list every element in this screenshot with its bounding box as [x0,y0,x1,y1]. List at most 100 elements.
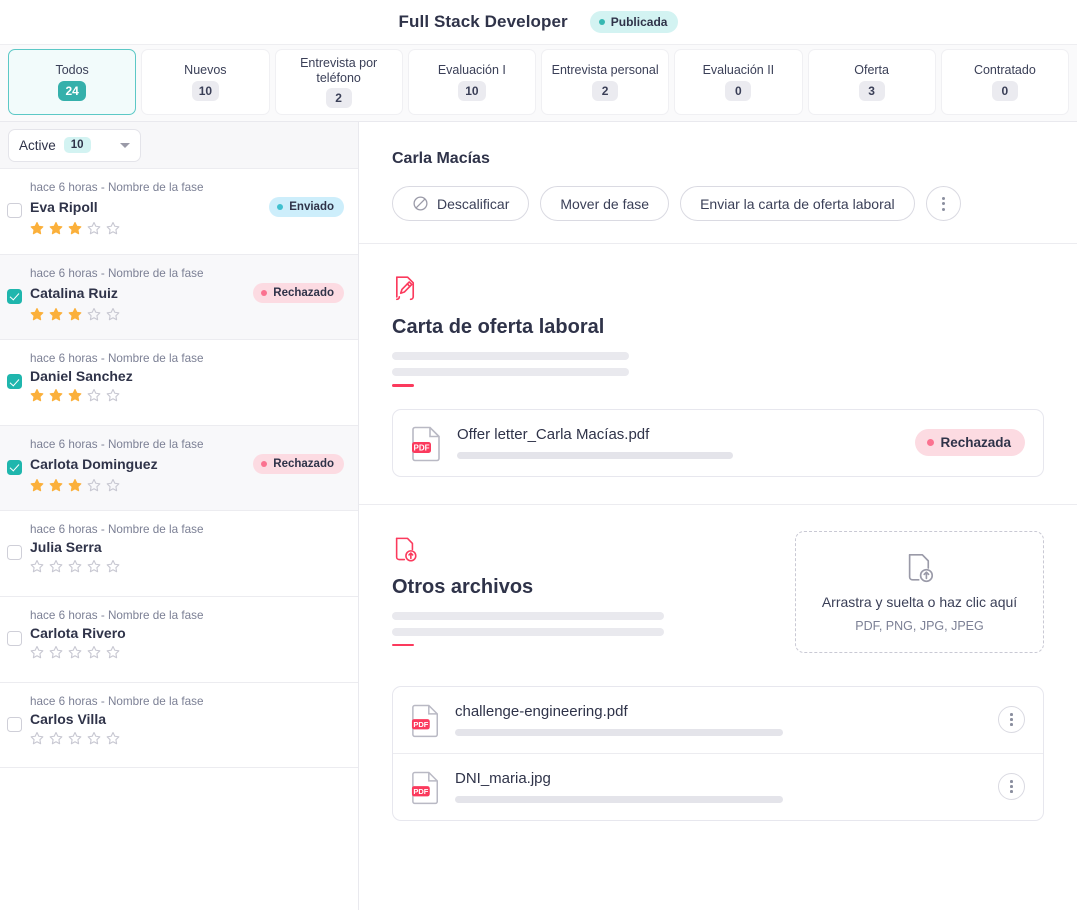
rating-star-icon[interactable] [87,388,101,402]
stage-tab-label: Todos [55,63,89,78]
candidate-name-label: Daniel Sanchez [30,368,133,385]
svg-text:PDF: PDF [414,443,430,452]
file-menu-button[interactable] [998,773,1025,801]
rating-star-icon[interactable] [30,388,44,402]
offer-letter-file-card[interactable]: PDF Offer letter_Carla Macías.pdf Rechaz… [392,408,1044,477]
rating-star-icon[interactable] [106,307,120,321]
rating-star-icon[interactable] [87,478,101,492]
kebab-menu-icon [1010,723,1013,726]
rating-star-icon[interactable] [106,731,120,745]
candidate-actions: Descalificar Mover de fase Enviar la car… [392,186,1049,221]
stage-tab[interactable]: Nuevos 10 [141,49,270,115]
rating-star-icon[interactable] [106,478,120,492]
status-filter-count: 10 [63,137,91,153]
rating-star-icon[interactable] [87,307,101,321]
rating-star-icon[interactable] [87,645,101,659]
kebab-menu-icon [1010,790,1013,793]
candidate-list-item[interactable]: hace 6 horas - Nombre de la fase Carlos V… [0,683,358,769]
candidate-name-label: Eva Ripoll [30,199,98,215]
candidate-list-item[interactable]: hace 6 horas - Nombre de la fase Carlota … [0,425,358,512]
disqualify-button[interactable]: Descalificar [392,186,530,221]
rating-star-icon[interactable] [49,645,63,659]
candidate-meta: hace 6 horas - Nombre de la fase [30,352,204,366]
status-filter-label: Active [19,137,56,153]
rating-star-icon[interactable] [106,645,120,659]
candidate-status-label: Rechazado [273,457,334,470]
candidate-detail-header: Carla Macías Descalificar Mover de fase … [359,122,1077,244]
candidate-checkbox[interactable] [7,203,22,218]
rating-star-icon[interactable] [68,559,82,573]
sidebar-filterbar: Active 10 [0,122,358,169]
rating-star-icon[interactable] [106,559,120,573]
stage-tab[interactable]: Entrevista personal 2 [541,49,670,115]
rating-star-icon[interactable] [30,645,44,659]
more-actions-button[interactable] [925,186,961,221]
stage-tab[interactable]: Evaluación II 0 [674,49,803,115]
file-info: DNI_maria.jpg [455,770,984,804]
rating-star-icon[interactable] [68,221,82,235]
rating-star-icon[interactable] [68,731,82,745]
stage-tab[interactable]: Contratado 0 [940,49,1069,115]
candidate-status-label: Enviado [289,201,334,213]
send-offer-letter-label: Enviar la carta de oferta laboral [700,195,895,212]
rating-star-icon[interactable] [106,388,120,402]
candidate-name-label: Julia Serra [30,539,102,556]
candidate-checkbox[interactable] [7,716,22,732]
file-dropzone[interactable]: Arrastra y suelta o haz clic aquí PDF, P… [795,530,1044,653]
candidate-checkbox[interactable] [7,545,22,561]
stage-tab-count: 10 [191,80,220,101]
candidates-sidebar: Active 10 hace 6 horas - Nombre de la fa… [0,122,359,910]
rating-star-icon[interactable] [30,478,44,492]
candidate-list-item[interactable]: hace 6 horas - Nombre de la fase Carlota … [0,597,358,683]
move-stage-button[interactable]: Mover de fase [540,186,670,221]
candidate-list-item[interactable]: hace 6 horas - Nombre de la fase Julia Se… [0,511,358,597]
rating-star-icon[interactable] [87,221,101,235]
candidate-rating [30,559,344,573]
rating-star-icon[interactable] [49,307,63,321]
rating-star-icon[interactable] [68,478,82,492]
rating-star-icon[interactable] [49,731,63,745]
stage-tab[interactable]: Entrevista por teléfono 2 [274,49,403,115]
rating-star-icon[interactable] [87,559,101,573]
candidate-checkbox[interactable] [7,630,22,646]
rating-star-icon[interactable] [30,307,44,321]
rating-star-icon[interactable] [68,388,82,402]
rating-star-icon[interactable] [68,307,82,321]
move-stage-label: Mover de fase [560,195,650,212]
candidate-list-item[interactable]: hace 6 horas - Nombre de la fase Catalina… [0,254,358,341]
candidate-rating [30,221,344,235]
candidate-list-item[interactable]: hace 6 horas - Nombre de la fase Eva Ripo… [0,169,358,255]
rating-star-icon[interactable] [30,221,44,235]
candidate-list-item[interactable]: hace 6 horas - Nombre de la fase Daniel S… [0,340,358,426]
candidate-name-label: Carlota Dominguez [30,455,158,472]
candidate-checkbox[interactable] [7,288,22,304]
kebab-menu-icon [1010,713,1013,716]
candidate-meta: hace 6 horas - Nombre de la fase [30,523,204,537]
file-list-item[interactable]: PDF challenge-engineering.pdf [393,687,1043,753]
stage-tab-label: Oferta [854,63,889,78]
candidate-meta: hace 6 horas - Nombre de la fase [30,608,204,622]
rating-star-icon[interactable] [30,731,44,745]
file-menu-button[interactable] [998,706,1025,734]
candidate-checkbox[interactable] [7,459,22,475]
send-offer-letter-button[interactable]: Enviar la carta de oferta laboral [680,186,915,221]
offer-letter-status-label: Rechazada [940,435,1011,451]
stage-tab[interactable]: Oferta 3 [807,49,936,115]
status-dot-icon [927,439,935,447]
candidate-checkbox[interactable] [7,374,22,390]
rating-star-icon[interactable] [49,559,63,573]
rating-star-icon[interactable] [106,221,120,235]
status-filter-dropdown[interactable]: Active 10 [8,128,141,162]
rating-star-icon[interactable] [49,388,63,402]
rating-star-icon[interactable] [49,478,63,492]
rating-star-icon[interactable] [87,731,101,745]
rating-star-icon[interactable] [68,645,82,659]
offer-letter-section: Carta de oferta laboral [359,244,1077,387]
file-list-item[interactable]: PDF DNI_maria.jpg [393,752,1043,820]
rating-star-icon[interactable] [49,221,63,235]
stage-tab[interactable]: Evaluación I 10 [407,49,536,115]
stage-tab[interactable]: Todos 24 [8,49,137,115]
rating-star-icon[interactable] [30,559,44,573]
candidate-rating [30,307,344,321]
placeholder-line [392,352,629,360]
